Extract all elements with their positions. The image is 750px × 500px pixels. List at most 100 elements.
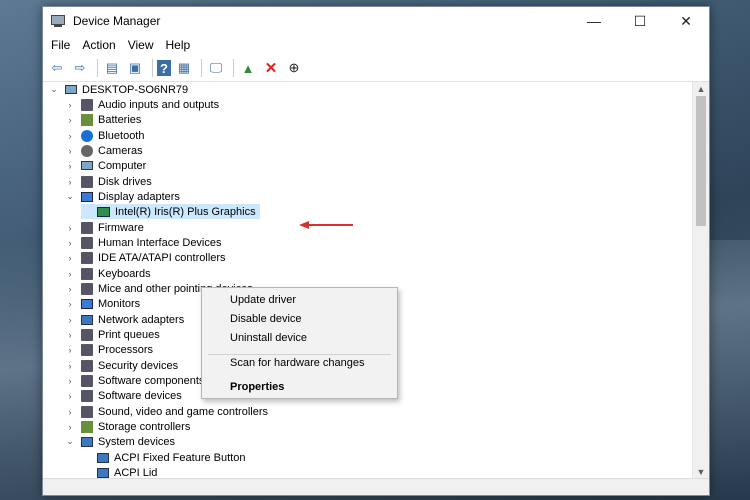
- close-button[interactable]: ✕: [663, 7, 709, 35]
- tree-item-label: System devices: [98, 435, 176, 448]
- scroll-up-icon[interactable]: ▲: [693, 84, 709, 94]
- tree-item-intel-graphics[interactable]: Intel(R) Iris(R) Plus Graphics: [81, 204, 260, 219]
- tree-item-keyboards[interactable]: › Keyboards: [65, 266, 151, 281]
- red-arrow-annotation: [299, 221, 353, 229]
- window-title: Device Manager: [73, 14, 161, 28]
- tree-item-software-components[interactable]: › Software components: [65, 373, 204, 388]
- ide-controller-icon: [81, 251, 93, 264]
- tree-item-acpi-button[interactable]: ACPI Fixed Feature Button: [81, 450, 245, 465]
- tree-item-label: Audio inputs and outputs: [98, 98, 220, 111]
- expand-chevron-icon[interactable]: ›: [65, 253, 75, 263]
- tree-item-display-adapters[interactable]: ⌄ Display adapters: [65, 189, 180, 204]
- expand-chevron-icon[interactable]: ›: [65, 422, 75, 432]
- scroll-down-icon[interactable]: ▼: [693, 467, 709, 477]
- tree-item-sound[interactable]: › Sound, video and game controllers: [65, 404, 268, 419]
- software-device-icon: [81, 389, 93, 402]
- forward-arrow-icon[interactable]: ⇨: [70, 58, 90, 78]
- expand-chevron-icon[interactable]: ›: [65, 100, 75, 110]
- device-manager-icon: [51, 14, 65, 28]
- tree-item-acpi-lid[interactable]: ACPI Lid: [81, 465, 157, 479]
- keyboard-icon: [81, 267, 93, 280]
- tree-root[interactable]: ⌄ DESKTOP-SO6NR79: [49, 82, 188, 97]
- firmware-icon: [81, 221, 93, 234]
- menu-scan-hardware[interactable]: Scan for hardware changes: [230, 357, 365, 369]
- collapse-chevron-icon[interactable]: ⌄: [65, 191, 75, 202]
- toolbar-separator: [152, 59, 153, 77]
- menu-action[interactable]: Action: [76, 38, 121, 52]
- expand-chevron-icon[interactable]: ›: [65, 177, 75, 187]
- battery-icon: [81, 113, 93, 126]
- menu-uninstall-device[interactable]: Uninstall device: [230, 332, 307, 344]
- menu-properties[interactable]: Properties: [230, 381, 284, 393]
- tree-item-cameras[interactable]: › Cameras: [65, 143, 143, 158]
- expand-chevron-icon[interactable]: ›: [65, 115, 75, 125]
- expand-chevron-icon[interactable]: ›: [65, 391, 75, 401]
- tree-item-firmware[interactable]: › Firmware: [65, 220, 144, 235]
- tree-item-label: Security devices: [98, 359, 179, 372]
- system-device-icon: [97, 467, 109, 478]
- menu-file[interactable]: File: [45, 38, 76, 52]
- tree-item-monitors[interactable]: › Monitors: [65, 296, 141, 311]
- expand-chevron-icon[interactable]: ›: [65, 345, 75, 355]
- expand-chevron-icon[interactable]: ›: [65, 238, 75, 248]
- scan-icon[interactable]: 🖵: [206, 58, 226, 78]
- expand-chevron-icon[interactable]: ›: [65, 299, 75, 309]
- back-arrow-icon[interactable]: ⇦: [47, 58, 67, 78]
- tree-item-processors[interactable]: › Processors: [65, 342, 153, 357]
- update-icon[interactable]: ▣: [125, 58, 145, 78]
- tree-item-label: Software devices: [98, 389, 182, 402]
- tree-item-batteries[interactable]: › Batteries: [65, 112, 141, 127]
- tree-item-label: Firmware: [98, 221, 144, 234]
- expand-chevron-icon[interactable]: ›: [65, 269, 75, 279]
- uninstall-x-icon[interactable]: ✕: [261, 58, 281, 78]
- tree-item-storage[interactable]: › Storage controllers: [65, 419, 190, 434]
- menu-update-driver[interactable]: Update driver: [230, 294, 296, 306]
- tree-item-ide[interactable]: › IDE ATA/ATAPI controllers: [65, 250, 226, 265]
- tree-item-software-devices[interactable]: › Software devices: [65, 388, 182, 403]
- system-device-icon: [97, 452, 109, 463]
- download-icon[interactable]: ⊕: [284, 58, 304, 78]
- tree-item-hid[interactable]: › Human Interface Devices: [65, 235, 222, 250]
- monitor-icon: [81, 298, 93, 309]
- add-driver-icon[interactable]: ▲: [238, 58, 258, 78]
- expand-chevron-icon[interactable]: ›: [65, 284, 75, 294]
- expand-chevron-icon[interactable]: ›: [65, 330, 75, 340]
- tree-item-print-queues[interactable]: › Print queues: [65, 327, 160, 342]
- tree-item-disk-drives[interactable]: › Disk drives: [65, 174, 152, 189]
- expand-chevron-icon[interactable]: ›: [65, 407, 75, 417]
- minimize-button[interactable]: —: [571, 7, 617, 35]
- expand-chevron-icon[interactable]: ›: [65, 376, 75, 386]
- help-icon[interactable]: ?: [157, 60, 171, 76]
- collapse-chevron-icon[interactable]: ⌄: [65, 436, 75, 447]
- tree-item-bluetooth[interactable]: › Bluetooth: [65, 128, 144, 143]
- speaker-icon: [81, 98, 93, 111]
- expand-chevron-icon[interactable]: ›: [65, 223, 75, 233]
- title-bar[interactable]: Device Manager — ☐ ✕: [43, 7, 709, 35]
- scrollbar-thumb[interactable]: [696, 96, 706, 226]
- vertical-scrollbar[interactable]: ▲ ▼: [692, 82, 709, 479]
- tree-item-label: Software components: [98, 374, 205, 387]
- tree-item-computer[interactable]: › Computer: [65, 158, 147, 173]
- tree-item-network[interactable]: › Network adapters: [65, 312, 185, 327]
- computer-icon: [81, 161, 93, 170]
- expand-chevron-icon[interactable]: ›: [65, 315, 75, 325]
- menu-help[interactable]: Help: [160, 38, 197, 52]
- expand-chevron-icon[interactable]: ›: [65, 146, 75, 156]
- expand-chevron-icon[interactable]: ›: [65, 161, 75, 171]
- tree-item-audio[interactable]: › Audio inputs and outputs: [65, 97, 219, 112]
- menu-view[interactable]: View: [122, 38, 160, 52]
- security-device-icon: [81, 359, 93, 372]
- menu-disable-device[interactable]: Disable device: [230, 313, 302, 325]
- maximize-button[interactable]: ☐: [617, 7, 663, 35]
- camera-icon: [81, 144, 93, 157]
- expand-chevron-icon[interactable]: ›: [65, 361, 75, 371]
- view-icon[interactable]: ▦: [174, 58, 194, 78]
- menu-separator: [208, 354, 391, 355]
- properties-icon[interactable]: ▤: [102, 58, 122, 78]
- expand-chevron-icon[interactable]: ›: [65, 131, 75, 141]
- collapse-chevron-icon[interactable]: ⌄: [49, 84, 59, 95]
- tree-item-system-devices[interactable]: ⌄ System devices: [65, 434, 175, 449]
- device-manager-window: Device Manager — ☐ ✕ File Action View He…: [42, 6, 710, 496]
- device-tree: ⌄ DESKTOP-SO6NR79 › Audio inputs and outp…: [43, 82, 692, 479]
- tree-item-security[interactable]: › Security devices: [65, 358, 178, 373]
